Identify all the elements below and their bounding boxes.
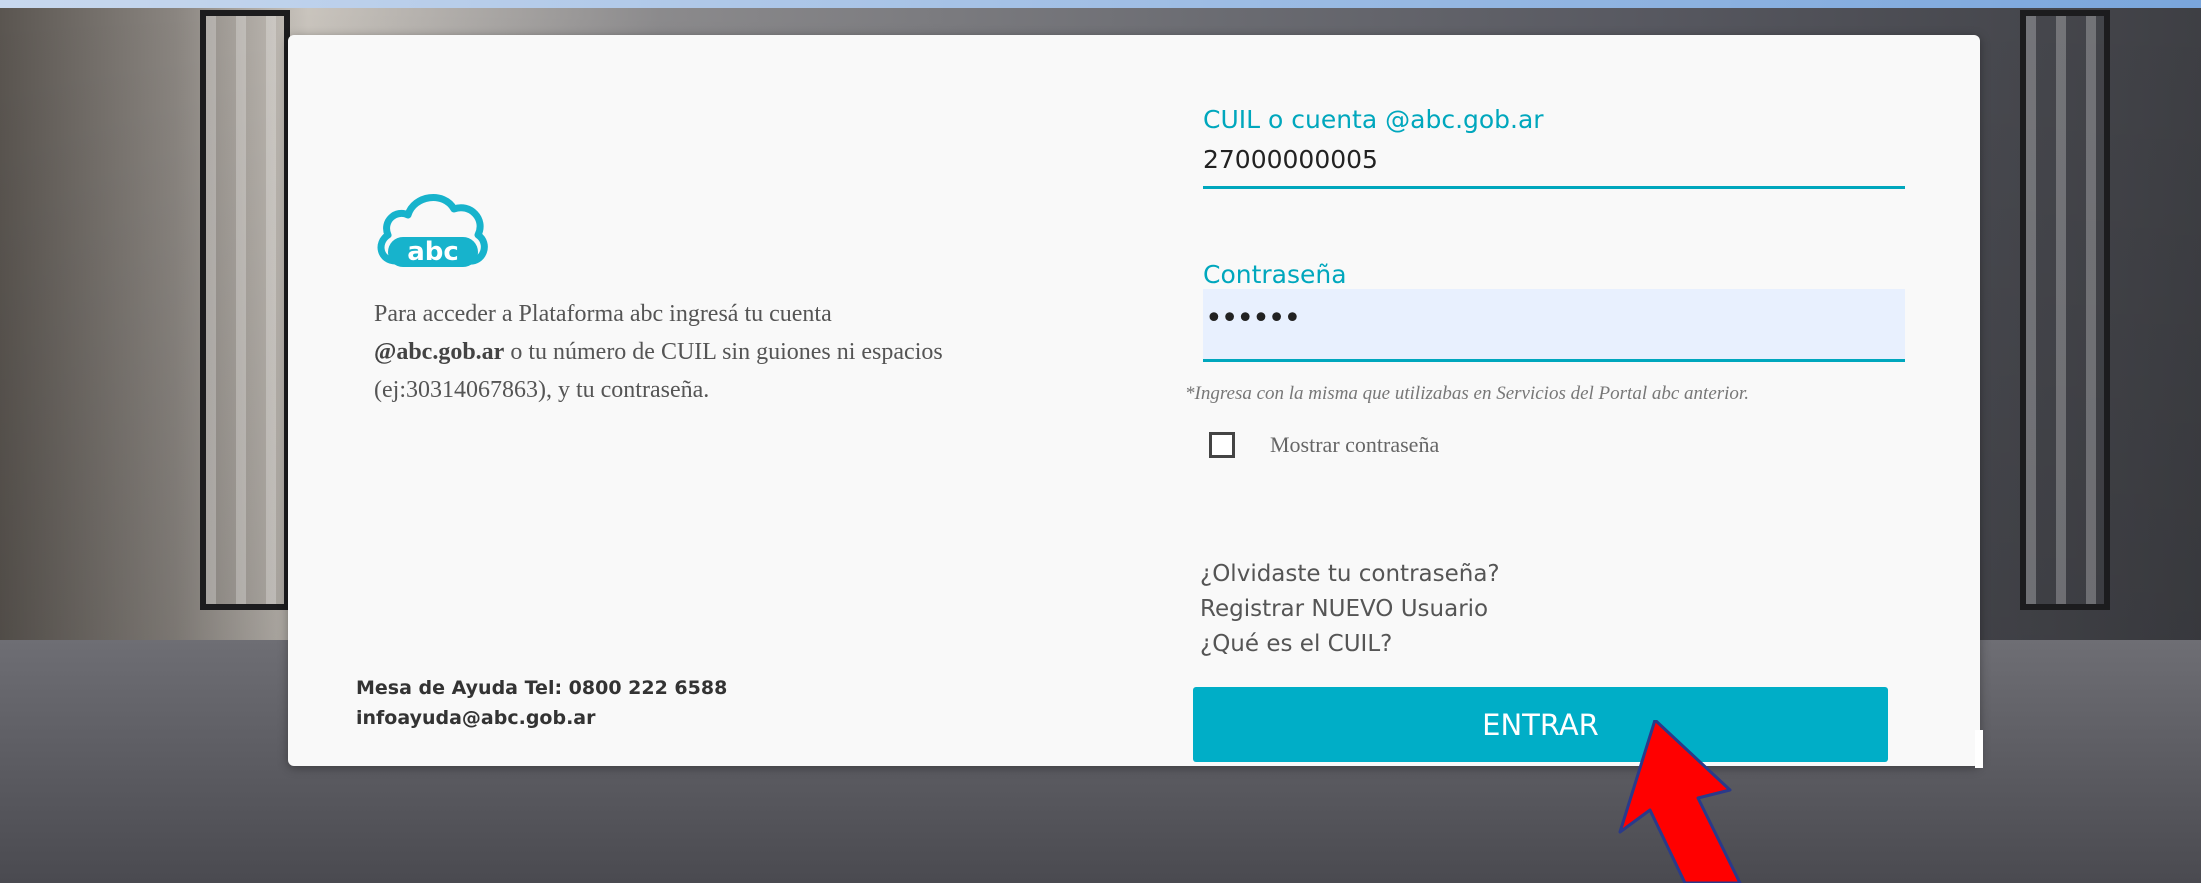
help-desk-info: Mesa de Ayuda Tel: 0800 222 6588 infoayu… — [356, 673, 727, 733]
background-window-right — [2020, 10, 2110, 610]
password-field: Contraseña •••••• — [1203, 260, 1905, 362]
cloud-logo-icon: abc — [377, 194, 488, 267]
forgot-password-link[interactable]: ¿Olvidaste tu contraseña? — [1200, 557, 1500, 592]
register-user-link[interactable]: Registrar NUEVO Usuario — [1200, 592, 1500, 627]
svg-text:abc: abc — [407, 237, 459, 267]
help-phone: Mesa de Ayuda Tel: 0800 222 6588 — [356, 677, 728, 699]
login-card: abc Para acceder a Plataforma abc ingres… — [288, 35, 1980, 766]
password-hint: *Ingresa con la misma que utilizabas en … — [1185, 383, 1749, 404]
intro-line-2: @abc.gob.ar o tu número de CUIL sin guio… — [374, 333, 1074, 371]
password-input[interactable]: •••••• — [1203, 289, 1905, 362]
show-password-checkbox[interactable] — [1209, 432, 1235, 458]
card-edge-mark — [1975, 730, 1983, 768]
password-field-label: Contraseña — [1203, 260, 1347, 289]
user-field: CUIL o cuenta @abc.gob.ar 27000000005 — [1203, 105, 1905, 189]
intro-line-3: (ej:30314067863), y tu contraseña. — [374, 377, 710, 403]
top-band — [0, 0, 2201, 8]
submit-button[interactable]: ENTRAR — [1193, 687, 1888, 762]
intro-line-1: Para acceder a Plataforma abc ingresá tu… — [374, 301, 832, 327]
red-arrow-annotation-icon — [1618, 720, 1742, 883]
intro-text: Para acceder a Plataforma abc ingresá tu… — [374, 295, 1074, 409]
help-email: infoayuda@abc.gob.ar — [356, 707, 596, 729]
background-window-left — [200, 10, 290, 610]
help-links: ¿Olvidaste tu contraseña? Registrar NUEV… — [1200, 557, 1500, 662]
what-is-cuil-link[interactable]: ¿Qué es el CUIL? — [1200, 627, 1500, 662]
user-input[interactable]: 27000000005 — [1203, 134, 1905, 189]
intro-line-2-text: o tu número de CUIL sin guiones ni espac… — [504, 339, 943, 365]
show-password-label[interactable]: Mostrar contraseña — [1270, 432, 1439, 458]
user-field-label: CUIL o cuenta @abc.gob.ar — [1203, 105, 1544, 134]
intro-bold-account: @abc.gob.ar — [374, 339, 505, 365]
